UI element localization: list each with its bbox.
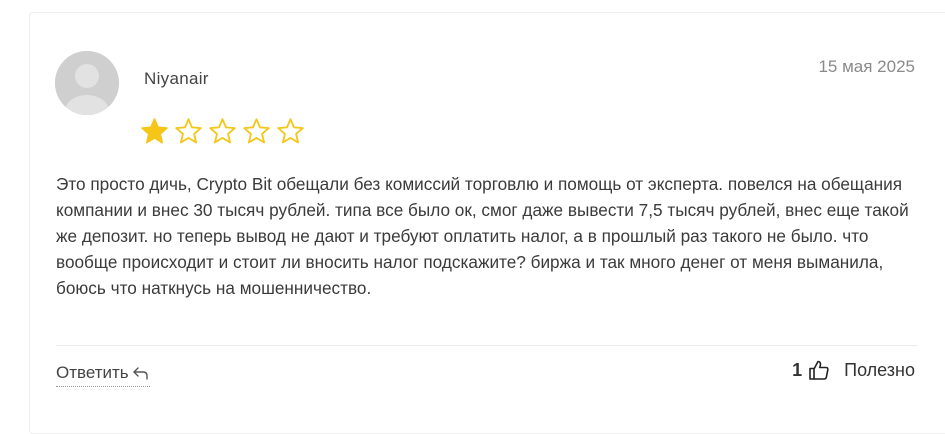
star-rating [140, 117, 305, 146]
review-author: Niyanair [144, 69, 209, 88]
helpful-count: 1 [792, 359, 803, 380]
avatar [55, 51, 119, 115]
star-filled-icon [141, 118, 168, 144]
thumbs-up-icon[interactable] [808, 359, 830, 381]
reply-label: Ответить [56, 363, 129, 382]
divider [56, 345, 918, 346]
reply-arrow-icon [132, 367, 148, 380]
review-card: Niyanair 15 мая 2025 Это просто дичь, Cr… [29, 12, 945, 434]
helpful-control: 1 Полезно [792, 359, 915, 381]
review-text: Это просто дичь, Crypto Bit обещали без … [56, 174, 909, 298]
star-empty-icon [175, 118, 202, 144]
review-date: 15 мая 2025 [818, 57, 915, 76]
star-empty-icon [209, 118, 236, 144]
reply-button[interactable]: Ответить [56, 363, 150, 387]
star-empty-icon [277, 118, 304, 144]
user-placeholder-icon [55, 51, 119, 115]
star-empty-icon [243, 118, 270, 144]
helpful-button[interactable]: Полезно [844, 360, 915, 381]
